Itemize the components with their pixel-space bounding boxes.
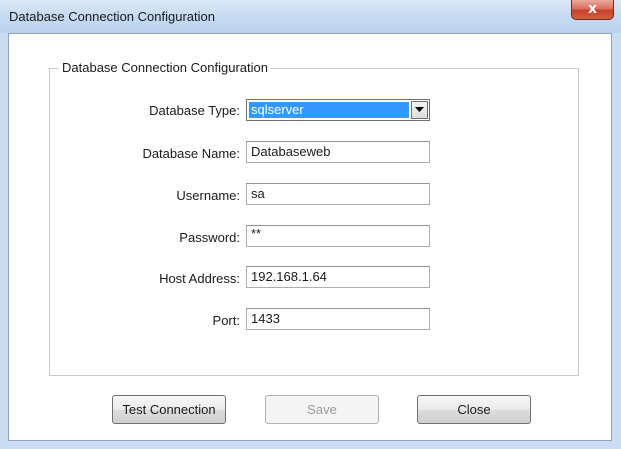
groupbox-legend: Database Connection Configuration: [59, 60, 271, 75]
port-label: Port:: [212, 313, 240, 328]
port-input[interactable]: 1433: [246, 308, 430, 330]
username-input[interactable]: sa: [246, 183, 430, 205]
db-name-input[interactable]: Databaseweb: [246, 141, 430, 163]
db-type-selected-value: sqlserver: [249, 102, 409, 118]
window-title: Database Connection Configuration: [9, 9, 215, 24]
dialog-body: Database Connection Configuration Databa…: [8, 33, 612, 441]
chevron-down-icon: [415, 107, 424, 112]
close-button[interactable]: Close: [417, 395, 531, 424]
db-type-select[interactable]: sqlserver: [246, 99, 430, 121]
db-name-label: Database Name:: [142, 146, 240, 161]
host-address-label: Host Address:: [159, 271, 240, 286]
save-button[interactable]: Save: [265, 395, 379, 424]
test-connection-button[interactable]: Test Connection: [112, 395, 226, 424]
db-type-dropdown-button[interactable]: [411, 101, 428, 119]
window-close-button[interactable]: x: [571, 0, 614, 20]
db-type-label: Database Type:: [149, 103, 240, 118]
password-label: Password:: [179, 230, 240, 245]
connection-groupbox: Database Connection Configuration Databa…: [49, 60, 579, 376]
title-bar[interactable]: Database Connection Configuration x: [0, 0, 621, 33]
password-input[interactable]: **: [246, 225, 430, 247]
close-icon: x: [587, 1, 598, 17]
host-address-input[interactable]: 192.168.1.64: [246, 266, 430, 288]
dialog-window: Database Connection Configuration x Data…: [0, 0, 621, 449]
username-label: Username:: [176, 188, 240, 203]
